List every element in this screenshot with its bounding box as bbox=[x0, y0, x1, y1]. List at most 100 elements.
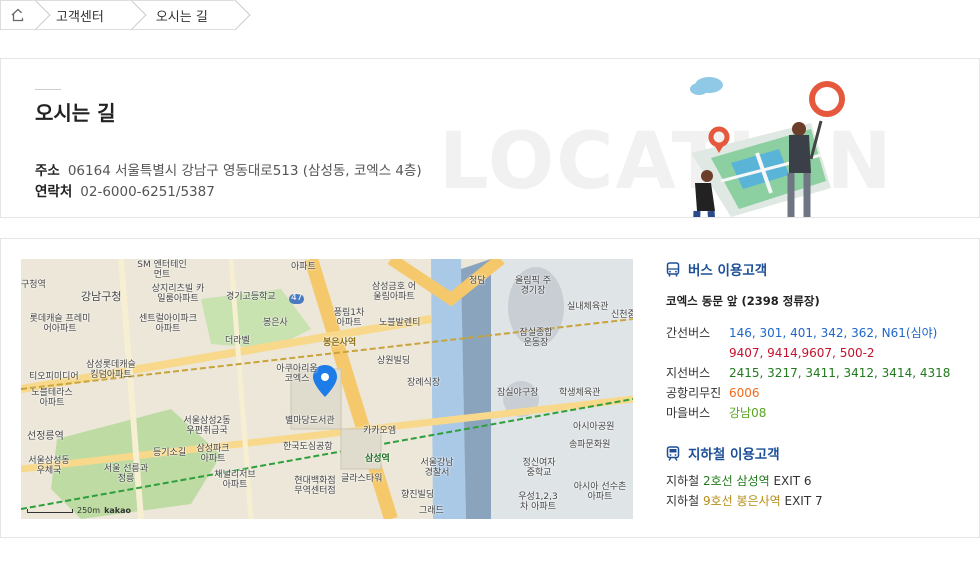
map-label: 청담 bbox=[469, 276, 486, 286]
address-line: 주소 06164 서울특별시 강남구 영동대로513 (삼성동, 코엑스 4층) bbox=[35, 159, 422, 179]
subway-row: 지하철 9호선 봉은사역 EXIT 7 bbox=[666, 491, 966, 511]
route-numbers: 6006 bbox=[729, 386, 760, 400]
map-scale: 250m kakao bbox=[27, 506, 131, 515]
route-row: 간선버스 146, 301, 401, 342, 362, N61(심야) bbox=[666, 323, 966, 343]
contact-line: 연락처 02-6000-6251/5387 bbox=[35, 180, 215, 200]
subway-exit: EXIT 7 bbox=[784, 494, 823, 508]
map-label: 우성1,2,3차 아파트 bbox=[518, 492, 558, 512]
route-numbers: 9407, 9414,9607, 500-2 bbox=[729, 346, 875, 360]
route-row: 마을버스 강남08 bbox=[666, 403, 966, 423]
map-label: 삼성파크 아파트 bbox=[196, 444, 230, 464]
subway-exit: EXIT 6 bbox=[773, 474, 812, 488]
map-label: 향진빌딩 bbox=[401, 490, 435, 500]
map-label: 풍림1차 아파트 bbox=[333, 308, 365, 328]
route-type: 공항리무진 bbox=[666, 386, 722, 400]
map-label: 상지리츠빌 카일룸아파트 bbox=[151, 284, 205, 304]
map-label: 상원빌딩 bbox=[377, 356, 411, 366]
scale-label: 250m bbox=[77, 506, 101, 515]
map-label: 경기고등학교 bbox=[226, 292, 276, 302]
map-label: 실내체육관 bbox=[567, 302, 609, 312]
bus-section-label: 버스 이용고객 bbox=[688, 263, 768, 279]
map-label: 한국도심공항 bbox=[283, 442, 333, 452]
map-label: 채널리저브 아파트 bbox=[214, 470, 256, 490]
map-label: 송파문화원 bbox=[569, 440, 611, 450]
map-label: 봉은사역 bbox=[323, 338, 357, 348]
map-label: 삼성역 bbox=[365, 454, 390, 464]
address-text: 06164 서울특별시 강남구 영동대로513 (삼성동, 코엑스 4층) bbox=[67, 163, 422, 179]
title-accent-line bbox=[35, 89, 61, 90]
route-type: 지선버스 bbox=[666, 366, 711, 380]
map-label: 서울삼성2동 우편취급국 bbox=[183, 416, 231, 436]
map-provider-logo: kakao bbox=[104, 506, 131, 515]
map-label: 롯데캐슬 프레미어아파트 bbox=[29, 314, 91, 334]
route-type: 마을버스 bbox=[666, 406, 711, 420]
subway-prefix: 지하철 bbox=[666, 494, 700, 508]
route-numbers: 146, 301, 401, 342, 362, N61(심야) bbox=[729, 326, 938, 340]
bus-icon bbox=[666, 261, 680, 276]
map-label: 글라스타워 bbox=[341, 474, 383, 484]
road-number-badge: 47 bbox=[289, 293, 305, 304]
map-label: 신천중 bbox=[611, 310, 633, 320]
map-label: 서울 선릉과정릉 bbox=[103, 464, 149, 484]
route-row: 지선버스 2415, 3217, 3411, 3412, 3414, 4318 bbox=[666, 363, 966, 383]
map-label: 별마당도서관 bbox=[285, 416, 335, 426]
map-label: 등기소길 bbox=[153, 448, 187, 458]
map-label: 그래드 bbox=[419, 506, 444, 516]
map-label: 아시아공원 bbox=[573, 422, 615, 432]
page-title: 오시는 길 bbox=[35, 101, 116, 125]
map-label: 서울삼성동 우체국 bbox=[28, 456, 70, 476]
transit-info: 버스 이용고객 코엑스 동문 앞 (2398 정류장) 간선버스 146, 30… bbox=[666, 259, 966, 511]
map-label: 센트럴아이파크 아파트 bbox=[139, 314, 197, 334]
map-label: 삼성금호 어울림아파트 bbox=[371, 282, 417, 302]
map-label: 구청역 bbox=[21, 280, 46, 290]
location-map[interactable]: 구청역 강남구청 SM 엔터테인먼트 상지리츠빌 카일룸아파트 경기고등학교 아… bbox=[21, 259, 633, 519]
map-label: 아시아 선수촌아파트 bbox=[573, 482, 627, 502]
map-label: 노블발렌티 bbox=[379, 318, 421, 328]
map-label: 선정릉역 bbox=[27, 431, 64, 442]
map-label: 학생체육관 bbox=[559, 388, 601, 398]
scale-bar bbox=[27, 508, 73, 513]
map-label: 더라벨 bbox=[225, 336, 250, 346]
bus-stop-name: 코엑스 동문 앞 (2398 정류장) bbox=[666, 294, 820, 308]
subway-section-title: 지하철 이용고객 bbox=[666, 443, 966, 463]
map-label: 노블테라스 아파트 bbox=[31, 388, 73, 408]
map-label: 정신여자 중학교 bbox=[522, 458, 556, 478]
address-label: 주소 bbox=[35, 163, 60, 179]
map-label: 강남구청 bbox=[81, 290, 122, 303]
map-label: 잠실종합 운동장 bbox=[519, 328, 553, 348]
route-type bbox=[666, 343, 729, 363]
subway-section-label: 지하철 이용고객 bbox=[688, 447, 780, 463]
breadcrumb-item-location[interactable]: 오시는 길 bbox=[131, 0, 236, 30]
map-label: 티오피미디어 bbox=[29, 372, 79, 382]
bus-route-table: 간선버스 146, 301, 401, 342, 362, N61(심야) 94… bbox=[666, 323, 966, 423]
map-label: 서울강남 경찰서 bbox=[420, 458, 454, 478]
map-label: 봉은사 bbox=[263, 318, 288, 328]
route-type: 간선버스 bbox=[666, 326, 711, 340]
map-label: 삼성롯데캐슬 킹덤아파트 bbox=[86, 360, 136, 380]
map-label: 잠실야구장 bbox=[497, 388, 539, 398]
map-label: 현대백화점 무역센터점 bbox=[294, 476, 336, 496]
map-label: 장례식장 bbox=[407, 378, 441, 388]
contact-text: 02-6000-6251/5387 bbox=[80, 184, 215, 200]
route-row: 9407, 9414,9607, 500-2 bbox=[666, 343, 966, 363]
subway-row: 지하철 2호선 삼성역 EXIT 6 bbox=[666, 471, 966, 491]
map-label: 아쿠아리움 코엑스 bbox=[276, 364, 318, 384]
subway-list: 지하철 2호선 삼성역 EXIT 6 지하철 9호선 봉은사역 EXIT 7 bbox=[666, 471, 966, 511]
route-numbers: 2415, 3217, 3411, 3412, 3414, 4318 bbox=[729, 366, 951, 380]
map-label: SM 엔터테인먼트 bbox=[137, 260, 187, 280]
map-label: 아파트 bbox=[291, 262, 316, 272]
breadcrumb: 고객센터 오시는 길 bbox=[0, 0, 236, 30]
subway-line: 2호선 삼성역 bbox=[702, 474, 770, 488]
contact-label: 연락처 bbox=[35, 184, 73, 200]
map-label: 올림픽 주경기장 bbox=[515, 276, 551, 296]
subway-line: 9호선 봉은사역 bbox=[702, 494, 781, 508]
subway-icon bbox=[666, 445, 680, 461]
location-info-panel: 오시는 길 LOCATION 주소 06164 서울특별시 강남구 영동대로513… bbox=[0, 58, 980, 218]
route-numbers: 강남08 bbox=[729, 406, 767, 420]
map-label: 카카오엠 bbox=[363, 426, 397, 436]
directions-panel: 구청역 강남구청 SM 엔터테인먼트 상지리츠빌 카일룸아파트 경기고등학교 아… bbox=[0, 238, 980, 538]
location-illustration bbox=[690, 77, 845, 217]
route-row: 공항리무진 6006 bbox=[666, 383, 966, 403]
bus-section-title: 버스 이용고객 bbox=[666, 259, 966, 279]
subway-prefix: 지하철 bbox=[666, 474, 700, 488]
